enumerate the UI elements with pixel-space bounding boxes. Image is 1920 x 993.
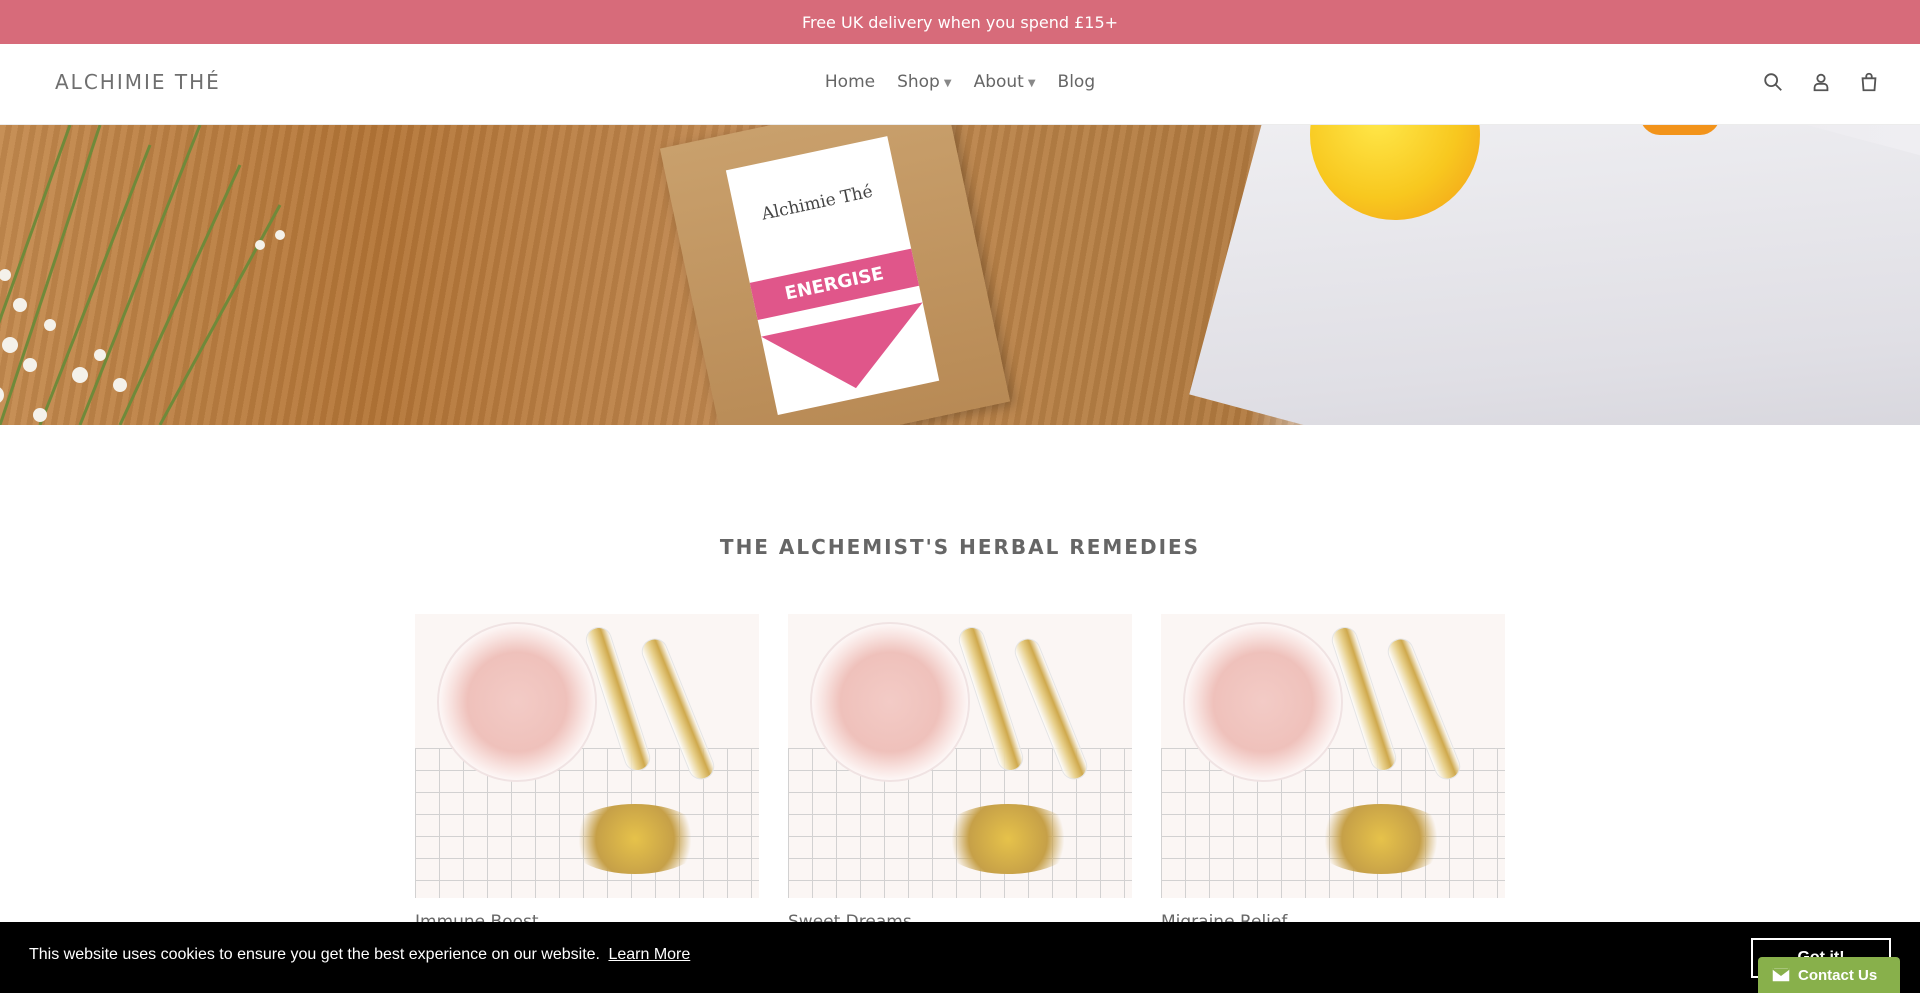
nav-item-label: About — [973, 72, 1024, 92]
tea-bag-package: Alchimie Thé ENERGISE — [659, 125, 1011, 425]
account-icon — [1813, 73, 1829, 92]
tea-cup — [437, 622, 597, 782]
nav-item-label: Home — [824, 72, 876, 92]
announcement-text: Free UK delivery when you spend £15+ — [801, 12, 1119, 32]
cookie-message-line: This website uses cookies to ensure you … — [29, 946, 690, 964]
nav-item-home[interactable]: Home — [825, 72, 875, 92]
product-image[interactable] — [788, 614, 1132, 898]
hero-banner: Alchimie Thé ENERGISE — [0, 125, 1920, 425]
announcement-bar: Free UK delivery when you spend £15+ — [0, 0, 1920, 44]
cookie-message: This website uses cookies to ensure you … — [29, 946, 600, 963]
main-nav: Home Shop ▼ About ▼ Blog — [0, 72, 1920, 92]
nav-item-label: Shop — [897, 72, 940, 92]
product-card-migraine-relief[interactable]: Migraine Relief — [1161, 614, 1505, 932]
cart-button[interactable] — [1856, 69, 1882, 95]
tea-bag-brand: Alchimie Thé — [759, 181, 875, 225]
product-image[interactable] — [415, 614, 759, 898]
tea-cup — [1183, 622, 1343, 782]
herb-pile — [938, 804, 1078, 874]
nav-item-label: Blog — [1057, 72, 1096, 92]
header-icons — [1760, 69, 1882, 95]
contact-us-label: Contact Us — [1798, 966, 1878, 984]
linen-cloth — [1189, 125, 1920, 425]
site-header: ALCHIMIE THÉ Home Shop ▼ About ▼ Blog — [0, 44, 1920, 125]
product-image[interactable] — [1161, 614, 1505, 898]
nav-item-shop[interactable]: Shop ▼ — [897, 72, 951, 92]
herb-sprigs-illustration — [0, 125, 285, 425]
product-card-immune-boost[interactable]: Immune Boost — [415, 614, 759, 932]
tea-cup — [810, 622, 970, 782]
chevron-down-icon: ▼ — [1027, 77, 1036, 89]
nav-item-blog[interactable]: Blog — [1058, 72, 1096, 92]
tea-bag-label-point — [761, 302, 938, 406]
account-button[interactable] — [1808, 69, 1834, 95]
section-title: THE ALCHEMIST'S HERBAL REMEDIES — [719, 535, 1201, 559]
learn-more-link[interactable]: Learn More — [608, 946, 690, 963]
tea-bag-label: Alchimie Thé ENERGISE — [725, 136, 940, 415]
search-button[interactable] — [1760, 69, 1786, 95]
product-grid: Immune Boost Sweet Dreams Migraine Relie… — [415, 614, 1505, 932]
contact-us-button[interactable]: Contact Us — [1758, 957, 1900, 993]
nav-item-about[interactable]: About ▼ — [974, 72, 1036, 92]
envelope-icon — [1772, 968, 1790, 982]
chevron-down-icon: ▼ — [943, 77, 952, 89]
product-card-sweet-dreams[interactable]: Sweet Dreams — [788, 614, 1132, 932]
herb-pile — [565, 804, 705, 874]
herb-pile — [1311, 804, 1451, 874]
cart-icon — [1861, 72, 1877, 92]
cookie-banner: This website uses cookies to ensure you … — [0, 922, 1920, 993]
search-icon — [1764, 73, 1782, 91]
